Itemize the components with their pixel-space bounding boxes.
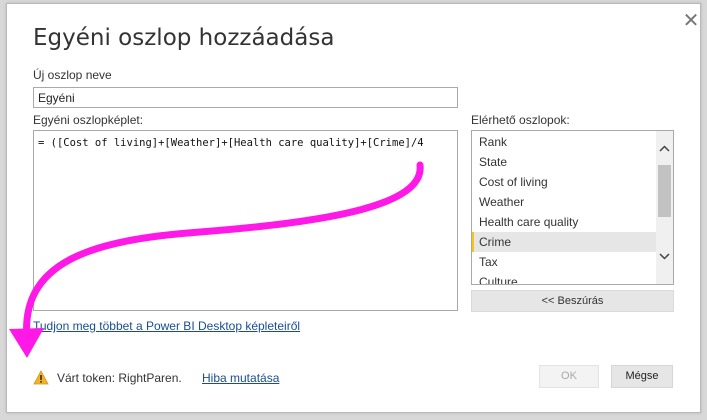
scroll-down-icon[interactable] [656, 249, 673, 266]
column-list-item[interactable]: Culture [472, 272, 656, 284]
column-list-item[interactable]: Crime [472, 232, 656, 252]
cancel-button[interactable]: Mégse [611, 365, 673, 388]
formula-label: Egyéni oszlopképlet: [33, 113, 144, 127]
show-error-link[interactable]: Hiba mutatása [202, 371, 279, 385]
column-list-item[interactable]: Health care quality [472, 212, 656, 232]
column-list-item[interactable]: Rank [472, 132, 656, 152]
close-icon[interactable]: ✕ [679, 10, 703, 34]
scroll-thumb[interactable] [658, 165, 671, 217]
column-list-item[interactable]: Tax [472, 252, 656, 272]
available-columns-label: Elérhető oszlopok: [471, 113, 570, 127]
column-name-input[interactable] [33, 87, 458, 108]
formula-text: = ([Cost of living]+[Weather]+[Health ca… [38, 137, 424, 149]
status-message: Várt token: RightParen. [57, 371, 182, 385]
column-name-label: Új oszlop neve [33, 68, 112, 82]
learn-more-link[interactable]: Tudjon meg többet a Power BI Desktop kép… [33, 319, 300, 333]
insert-button[interactable]: << Beszúrás [471, 290, 674, 312]
column-list-item[interactable]: State [472, 152, 656, 172]
dialog-title: Egyéni oszlop hozzáadása [33, 25, 335, 51]
warning-icon [33, 370, 49, 385]
formula-editor[interactable]: = ([Cost of living]+[Weather]+[Health ca… [33, 130, 458, 311]
column-list-item[interactable]: Cost of living [472, 172, 656, 192]
available-columns-list[interactable]: Rank State Cost of living Weather Health car… [471, 130, 674, 285]
scroll-up-icon[interactable] [656, 141, 673, 158]
ok-button[interactable]: OK [539, 365, 599, 388]
columns-scrollbar[interactable] [656, 131, 673, 284]
available-columns-items: Rank State Cost of living Weather Health car… [472, 132, 656, 284]
column-list-item[interactable]: Weather [472, 192, 656, 212]
